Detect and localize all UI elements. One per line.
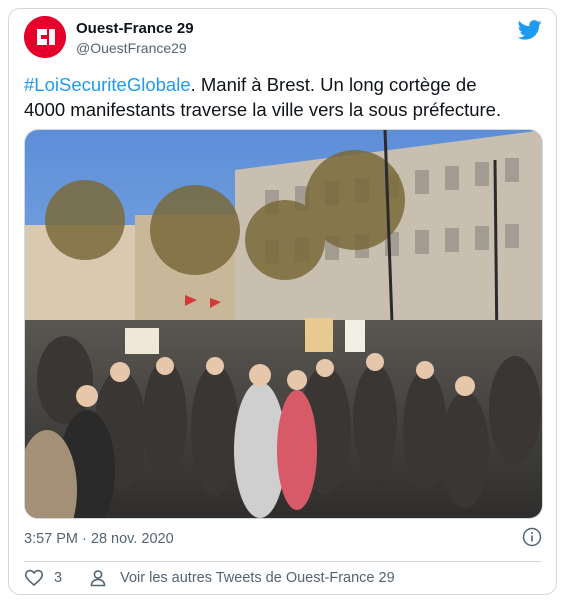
author-handle[interactable]: @OuestFrance29: [76, 40, 187, 56]
tweet-text: #LoiSecuriteGlobale. Manif à Brest. Un l…: [24, 72, 544, 122]
tweet-card: Ouest-France 29 @OuestFrance29 #LoiSecur…: [8, 8, 557, 595]
more-tweets-link[interactable]: Voir les autres Tweets de Ouest-France 2…: [120, 570, 395, 586]
twitter-bird-icon[interactable]: [518, 20, 542, 40]
ouest-france-logo: [24, 16, 66, 58]
info-icon[interactable]: [522, 527, 542, 547]
tweet-actions: 3 Voir les autres Tweets de Ouest-France…: [24, 567, 395, 589]
protest-photo: [25, 130, 542, 518]
tweet-text-line1: . Manif à Brest. Un long cortège de: [190, 74, 477, 95]
author-name[interactable]: Ouest-France 29: [76, 20, 194, 37]
tweet-text-line2: 4000 manifestants traverse la ville vers…: [24, 99, 502, 120]
heart-icon[interactable]: [24, 568, 44, 588]
avatar[interactable]: [24, 16, 66, 58]
like-count: 3: [54, 570, 63, 586]
person-icon: [90, 570, 106, 587]
divider: [24, 561, 541, 562]
hashtag-link[interactable]: #LoiSecuriteGlobale: [24, 74, 191, 95]
tweet-timestamp[interactable]: 3:57 PM · 28 nov. 2020: [24, 531, 174, 547]
tweet-photo[interactable]: [24, 129, 543, 519]
